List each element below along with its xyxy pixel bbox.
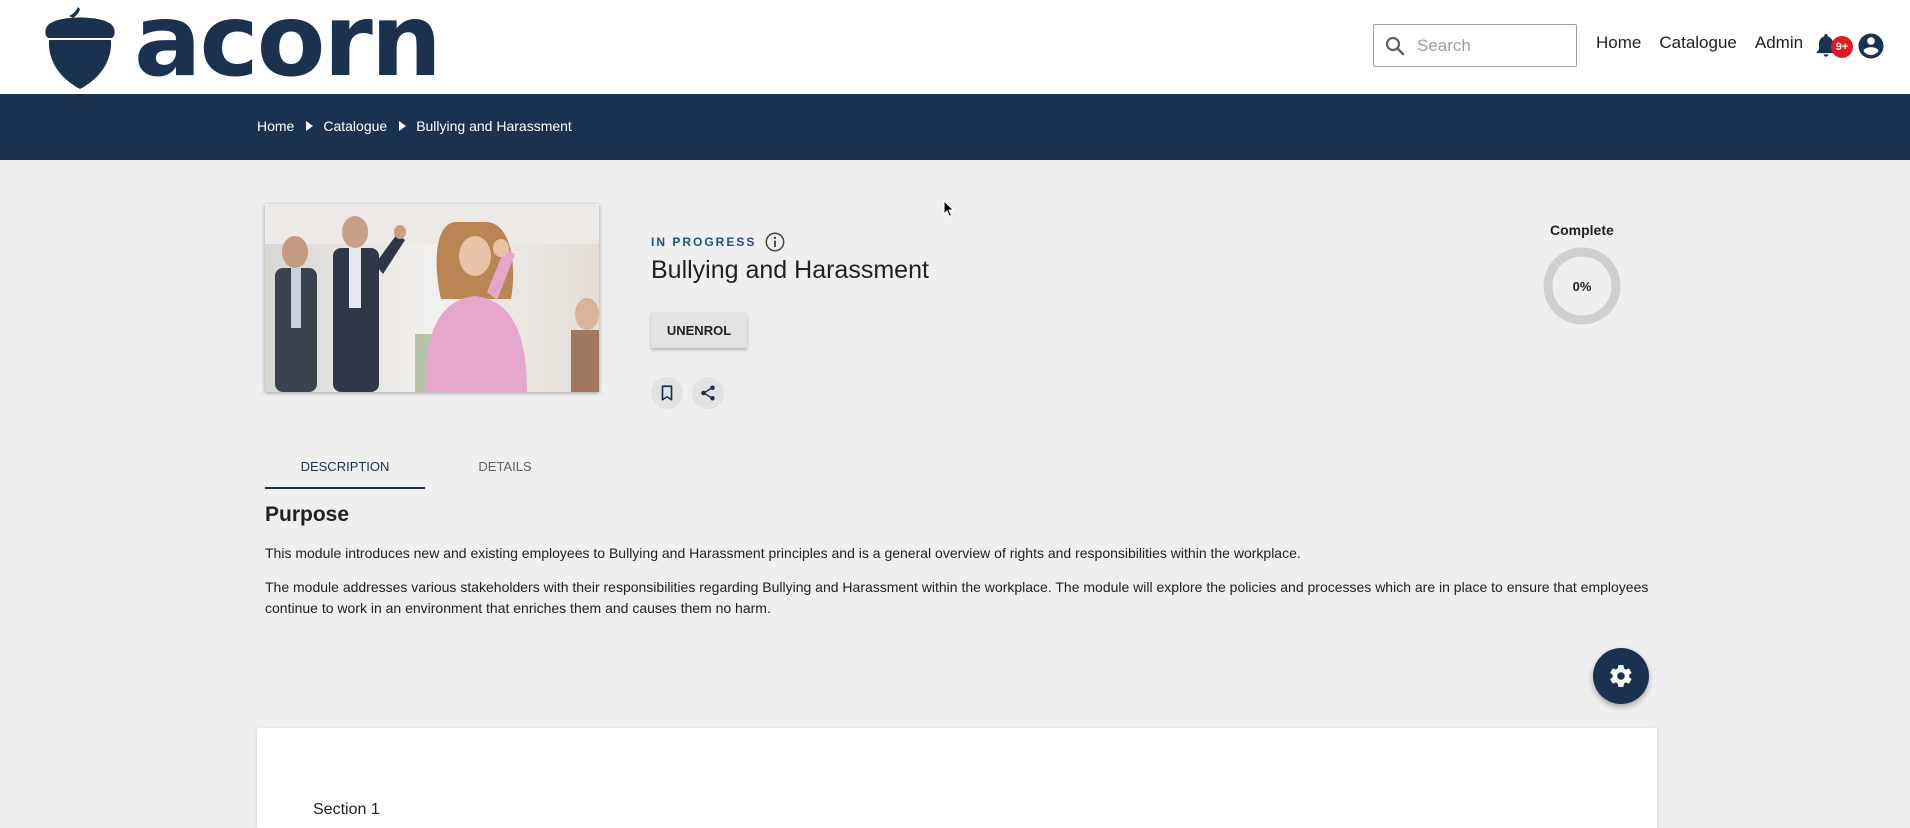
- acorn-logo[interactable]: acorn: [40, 0, 442, 91]
- nav-catalogue[interactable]: Catalogue: [1659, 33, 1737, 53]
- tab-details[interactable]: DETAILS: [425, 447, 585, 489]
- mouse-cursor-icon: [943, 200, 955, 218]
- progress-label: Complete: [1550, 222, 1614, 238]
- description-paragraph: The module addresses various stakeholder…: [265, 579, 1649, 616]
- bookmark-icon: [661, 385, 673, 401]
- settings-fab[interactable]: [1593, 648, 1649, 704]
- course-tabs: DESCRIPTION DETAILS: [265, 447, 585, 489]
- breadcrumb-current: Bullying and Harassment: [416, 118, 572, 134]
- search-input[interactable]: [1417, 35, 1567, 56]
- progress-value: 0%: [1572, 278, 1592, 294]
- share-button[interactable]: [692, 377, 724, 409]
- course-thumbnail: [265, 204, 599, 392]
- notification-badge: 9+: [1831, 36, 1853, 58]
- gear-icon: [1610, 665, 1632, 687]
- section-card: Section 1: [257, 728, 1657, 828]
- section-title[interactable]: Section 1: [313, 801, 380, 819]
- breadcrumb-separator-icon: [306, 121, 314, 131]
- nav-admin[interactable]: Admin: [1755, 33, 1803, 53]
- info-icon[interactable]: [764, 231, 786, 253]
- status-line: IN PROGRESS: [651, 231, 786, 253]
- logo-wordmark: acorn: [134, 0, 442, 99]
- account-circle-icon[interactable]: [1856, 31, 1886, 61]
- unenrol-button[interactable]: UNENROL: [651, 312, 747, 348]
- nav-home[interactable]: Home: [1596, 33, 1641, 53]
- bookmark-button[interactable]: [651, 377, 683, 409]
- purpose-heading: Purpose: [265, 503, 350, 526]
- app-header: acorn Home Catalogue Admin 9+: [0, 0, 1910, 94]
- course-title: Bullying and Harassment: [651, 256, 929, 284]
- breadcrumb-catalogue[interactable]: Catalogue: [323, 118, 387, 134]
- breadcrumb-separator-icon: [399, 121, 407, 131]
- search-box[interactable]: [1373, 24, 1577, 67]
- tab-description[interactable]: DESCRIPTION: [265, 447, 425, 489]
- status-label: IN PROGRESS: [651, 235, 757, 249]
- breadcrumb: Home Catalogue Bullying and Harassment: [257, 118, 572, 134]
- description-paragraph: This module introduces new and existing …: [265, 545, 1301, 561]
- acorn-logo-icon: [45, 7, 115, 89]
- course-photo: [265, 204, 599, 392]
- share-icon: [701, 385, 715, 401]
- top-nav: Home Catalogue Admin: [1596, 33, 1821, 53]
- search-icon: [1385, 36, 1405, 55]
- breadcrumb-home[interactable]: Home: [257, 118, 294, 134]
- breadcrumb-bar: Home Catalogue Bullying and Harassment: [0, 94, 1910, 160]
